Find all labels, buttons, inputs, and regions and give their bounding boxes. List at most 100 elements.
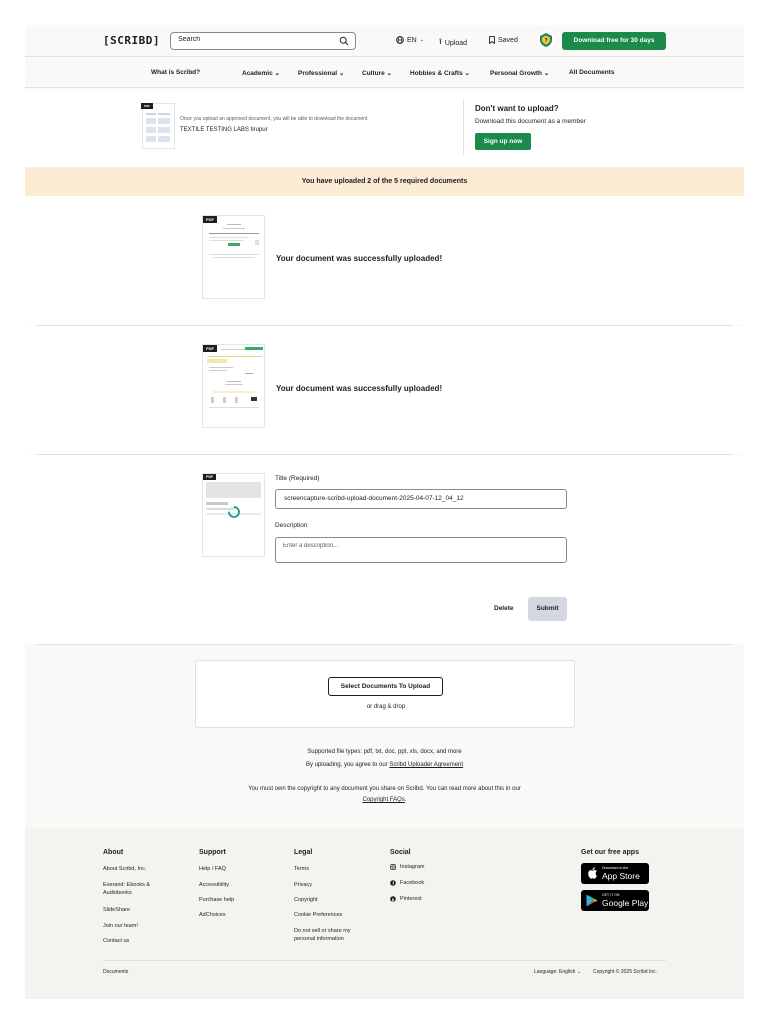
document-preview-icon <box>207 347 263 408</box>
uploaded-document-row: PDF Your document was successfully uploa… <box>25 196 744 325</box>
nav-item-professional[interactable]: Professional ⌄ <box>298 69 344 77</box>
appstore-small-text: Download on the <box>602 866 629 870</box>
sign-up-button[interactable]: Sign up now <box>475 133 531 150</box>
title-input[interactable] <box>284 495 554 502</box>
nav-item-culture[interactable]: Culture ⌄ <box>362 69 392 77</box>
divider <box>463 100 464 155</box>
dont-upload-heading: Don't want to upload? <box>475 104 559 113</box>
social-label: Facebook <box>400 880 425 886</box>
document-thumbnail: PDF <box>202 473 265 557</box>
row-divider <box>37 644 732 645</box>
upload-success-message: Your document was successfully uploaded! <box>276 384 443 393</box>
nav-label: Culture <box>362 70 385 77</box>
footer-language-selector[interactable]: Language: English ⌄ <box>534 969 581 975</box>
upload-info-text: Once you upload an approved document, yo… <box>180 116 368 122</box>
download-free-button[interactable]: Download free for 30 days <box>562 32 666 50</box>
footer-link[interactable]: Contact us <box>103 937 129 945</box>
footer-support-title: Support <box>199 849 226 856</box>
facebook-icon: f <box>390 880 396 886</box>
footer-social-instagram[interactable]: Instagram <box>390 863 424 871</box>
footer-social-pinterest[interactable]: p Pinterest <box>390 895 422 903</box>
chevron-down-icon: ⌄ <box>419 37 424 43</box>
nav-label: Academic <box>242 70 273 77</box>
delete-button[interactable]: Delete <box>494 605 514 612</box>
upload-link[interactable]: ⭱ Upload <box>439 36 467 50</box>
footer: About About Scribd, Inc. Everand: Ebooks… <box>25 828 744 999</box>
footer-link[interactable]: SlideShare <box>103 906 130 914</box>
footer-link[interactable]: Terms <box>294 865 309 873</box>
footer-link[interactable]: Help / FAQ <box>199 865 226 873</box>
download-member-text: Download this document as a member <box>475 118 586 125</box>
upload-progress-banner: You have uploaded 2 of the 5 required do… <box>25 167 744 196</box>
search-box[interactable] <box>170 32 356 50</box>
footer-link[interactable]: About Scribd, Inc. <box>103 865 146 873</box>
copyright-faqs-link[interactable]: Copyright FAQs <box>362 797 404 803</box>
footer-link[interactable]: Join our team! <box>103 922 138 930</box>
category-nav: What is Scribd? Academic ⌄ Professional … <box>25 58 744 88</box>
uploader-agreement-link[interactable]: Scribd Uploader Agreement <box>389 762 463 768</box>
nav-item-academic[interactable]: Academic ⌄ <box>242 69 280 77</box>
document-thumbnail: PDF <box>202 215 265 299</box>
social-label: Pinterest <box>400 896 422 902</box>
pdf-tag: PDF <box>141 103 153 109</box>
bookmark-icon <box>489 36 495 44</box>
page: [SCRIBD] EN ⌄ ⭱ Upload Saved ? Download … <box>25 25 744 999</box>
footer-link[interactable]: Purchase help <box>199 896 234 904</box>
supported-types-text: Supported file types: pdf, txt, doc, ppt… <box>307 749 462 755</box>
description-field[interactable] <box>275 537 567 563</box>
app-store-button[interactable]: Download on the App Store <box>581 863 649 884</box>
google-play-button[interactable]: GET IT ON Google Play <box>581 890 649 911</box>
copyright-line: You must own the copyright to any docume… <box>248 786 521 792</box>
appstore-big-text: App Store <box>602 871 640 881</box>
saved-link[interactable]: Saved <box>489 36 518 44</box>
agreement-line: By uploading, you agree to our Scribd Up… <box>25 762 744 768</box>
nav-label: Personal Growth <box>490 70 543 77</box>
footer-link[interactable]: Do not sell or share my personal informa… <box>294 927 368 943</box>
document-preview-icon <box>206 482 261 518</box>
nav-item-all-documents[interactable]: All Documents <box>569 69 615 76</box>
footer-link[interactable]: Accessibility <box>199 881 229 889</box>
title-field[interactable] <box>275 489 567 509</box>
top-header: [SCRIBD] EN ⌄ ⭱ Upload Saved ? Download … <box>25 25 744 57</box>
footer-divider <box>103 960 666 961</box>
upload-label: Upload <box>444 39 467 47</box>
language-text: Language: English <box>534 969 576 975</box>
google-small-text: GET IT ON <box>602 893 620 897</box>
upload-prompt: PDF Once you upload an approved document… <box>25 89 744 168</box>
svg-text:?: ? <box>544 38 547 44</box>
pinterest-icon: p <box>390 896 396 902</box>
footer-link[interactable]: Privacy <box>294 881 312 889</box>
agreement-text: By uploading, you agree to our <box>305 762 388 768</box>
submit-button[interactable]: Submit <box>528 597 567 621</box>
select-documents-button[interactable]: Select Documents To Upload <box>328 677 443 696</box>
description-textarea[interactable] <box>283 543 558 559</box>
nav-item-what-is-scribd[interactable]: What is Scribd? <box>151 69 200 76</box>
upload-success-message: Your document was successfully uploaded! <box>276 254 443 263</box>
footer-social-title: Social <box>390 849 411 856</box>
footer-social-facebook[interactable]: f Facebook <box>390 879 424 887</box>
pdf-tag: PDF <box>203 216 217 223</box>
file-drop-zone[interactable]: Select Documents To Upload or drag & dro… <box>195 660 575 728</box>
globe-icon <box>396 36 404 44</box>
nav-item-personal-growth[interactable]: Personal Growth ⌄ <box>490 69 549 77</box>
language-selector[interactable]: EN ⌄ <box>396 36 424 44</box>
document-thumbnail: PDF <box>141 103 175 149</box>
footer-link[interactable]: AdChoices <box>199 911 226 919</box>
profile-badge-icon[interactable]: ? <box>537 31 555 49</box>
copyright-faq-line: Copyright FAQs. <box>25 797 744 803</box>
search-icon[interactable] <box>339 36 349 46</box>
footer-apps-title: Get our free apps <box>581 849 639 856</box>
pdf-tag: PDF <box>203 474 216 480</box>
nav-label: Professional <box>298 70 338 77</box>
footer-documents-link[interactable]: Documents <box>103 969 128 975</box>
footer-link[interactable]: Everand: Ebooks & Audiobooks <box>103 881 165 897</box>
footer-link[interactable]: Copyright <box>294 896 318 904</box>
scribd-logo[interactable]: [SCRIBD] <box>103 34 160 47</box>
document-preview-icon <box>146 113 170 142</box>
footer-link[interactable]: Cookie Preferences <box>294 911 342 919</box>
social-label: Instagram <box>400 864 425 870</box>
instagram-icon <box>390 864 396 870</box>
nav-item-hobbies-crafts[interactable]: Hobbies & Crafts ⌄ <box>410 69 470 77</box>
uploaded-document-row: PDF Your document was successfully uploa… <box>25 326 744 454</box>
search-input[interactable] <box>178 36 328 43</box>
